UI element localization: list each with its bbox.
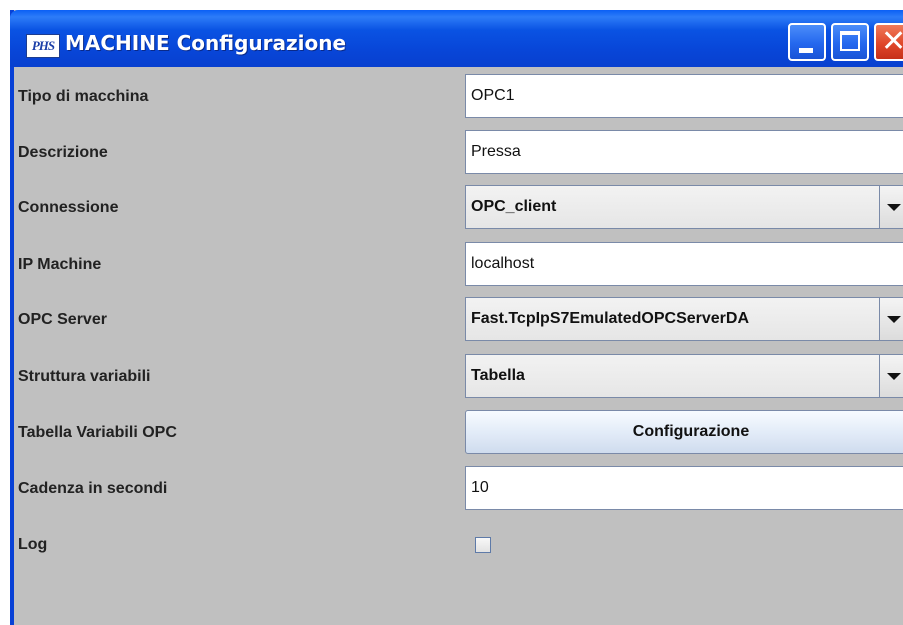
row-tabella-variabili: Tabella Variabili OPC Configurazione — [14, 410, 903, 456]
title-bar[interactable]: PHS MACHINE Configurazione ✕ — [10, 10, 903, 67]
row-log: Log — [14, 522, 903, 568]
row-descrizione: Descrizione Pressa — [14, 130, 903, 176]
row-tipo-macchina: Tipo di macchina OPC1 — [14, 74, 903, 120]
descrizione-label: Descrizione — [18, 144, 108, 161]
minimize-icon — [799, 48, 813, 53]
log-label: Log — [18, 536, 48, 553]
row-cadenza: Cadenza in secondi 10 — [14, 466, 903, 512]
tipo-macchina-label: Tipo di macchina — [18, 88, 149, 105]
connessione-selected-value: OPC_client — [471, 198, 557, 215]
row-ip-machine: IP Machine localhost — [14, 242, 903, 288]
row-struttura-variabili: Struttura variabili Tabella — [14, 354, 903, 400]
tabella-variabili-label: Tabella Variabili OPC — [18, 424, 177, 441]
app-logo-icon: PHS — [26, 34, 60, 58]
opc-server-select[interactable]: Fast.TcpIpS7EmulatedOPCServerDA — [465, 297, 903, 341]
connessione-select[interactable]: OPC_client — [465, 185, 903, 229]
tipo-macchina-input[interactable]: OPC1 — [465, 74, 903, 118]
maximize-icon — [840, 31, 860, 51]
descrizione-input[interactable]: Pressa — [465, 130, 903, 174]
struttura-variabili-label: Struttura variabili — [18, 368, 151, 385]
configurazione-button[interactable]: Configurazione — [465, 410, 903, 454]
close-button[interactable]: ✕ — [874, 23, 903, 61]
cadenza-label: Cadenza in secondi — [18, 480, 168, 497]
machine-config-window: PHS MACHINE Configurazione ✕ Tipo di mac… — [10, 10, 903, 625]
minimize-button[interactable] — [788, 23, 826, 61]
connessione-label: Connessione — [18, 199, 119, 216]
ip-machine-label: IP Machine — [18, 256, 102, 273]
chevron-down-icon[interactable] — [879, 355, 903, 397]
opc-server-selected-value: Fast.TcpIpS7EmulatedOPCServerDA — [471, 310, 750, 327]
chevron-down-icon[interactable] — [879, 186, 903, 228]
struttura-variabili-select[interactable]: Tabella — [465, 354, 903, 398]
row-opc-server: OPC Server Fast.TcpIpS7EmulatedOPCServer… — [14, 297, 903, 343]
opc-server-label: OPC Server — [18, 311, 107, 328]
log-checkbox[interactable] — [475, 537, 491, 553]
struttura-variabili-selected-value: Tabella — [471, 367, 525, 384]
chevron-down-icon[interactable] — [879, 298, 903, 340]
close-icon: ✕ — [881, 25, 903, 58]
maximize-button[interactable] — [831, 23, 869, 61]
row-connessione: Connessione OPC_client — [14, 185, 903, 231]
window-title: MACHINE Configurazione — [65, 31, 347, 55]
ip-machine-input[interactable]: localhost — [465, 242, 903, 286]
cadenza-input[interactable]: 10 — [465, 466, 903, 510]
